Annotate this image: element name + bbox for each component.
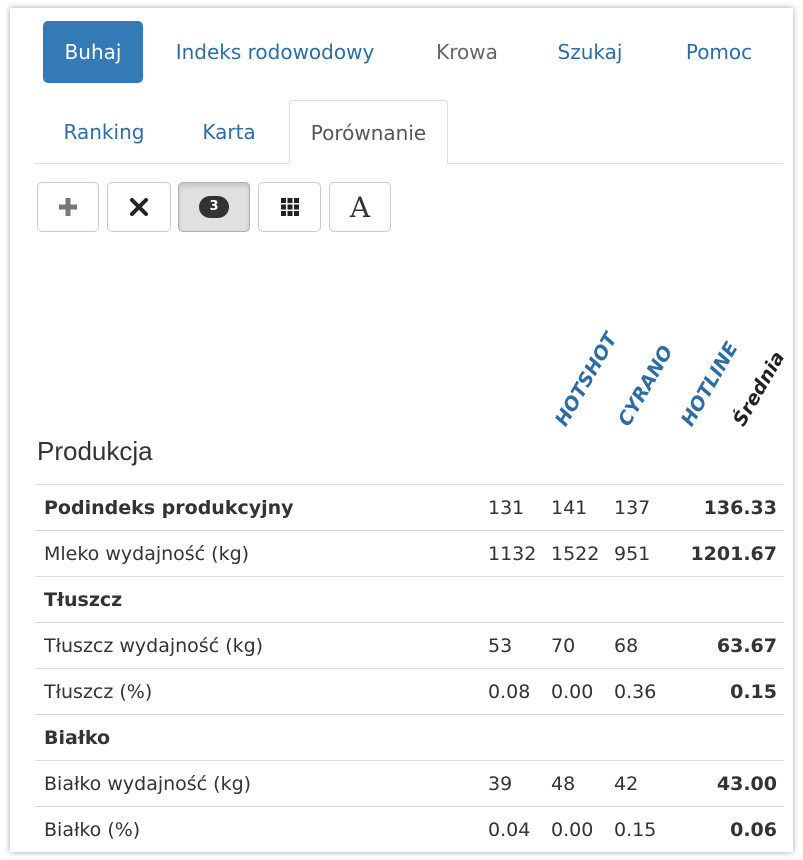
page-frame: Buhaj Indeks rodowodowy Krowa Szukaj Pom… bbox=[10, 8, 793, 852]
value-cell: 70 bbox=[551, 622, 614, 669]
value-cell: 141 bbox=[551, 484, 614, 531]
grid-view-button[interactable] bbox=[258, 182, 321, 232]
value-cell: 951 bbox=[614, 530, 677, 577]
count-badge: 3 bbox=[199, 196, 229, 218]
value-cell bbox=[551, 714, 614, 761]
value-cell bbox=[488, 576, 551, 623]
column-header-hotshot[interactable]: HOTSHOT bbox=[551, 329, 622, 430]
value-cell: 0.36 bbox=[614, 668, 677, 715]
row-label: Mleko wydajność (kg) bbox=[35, 530, 488, 577]
table-row: Białko (%) 0.04 0.00 0.15 0.06 bbox=[35, 806, 784, 852]
table-row: Mleko wydajność (kg) 1132 1522 951 1201.67 bbox=[35, 530, 784, 577]
value-cell: 137 bbox=[614, 484, 677, 531]
value-cell: 68 bbox=[614, 622, 677, 669]
value-cell: 0.15 bbox=[614, 806, 677, 852]
value-cell: 131 bbox=[488, 484, 551, 531]
average-cell: 0.06 bbox=[677, 806, 784, 852]
table-row: Podindeks produkcyjny 131 141 137 136.33 bbox=[35, 484, 784, 531]
nav-item-szukaj[interactable]: Szukaj bbox=[550, 21, 630, 83]
value-cell: 0.00 bbox=[551, 806, 614, 852]
tab-ranking[interactable]: Ranking bbox=[49, 100, 159, 162]
value-cell: 48 bbox=[551, 760, 614, 807]
tab-karta[interactable]: Karta bbox=[174, 100, 284, 162]
value-cell bbox=[551, 576, 614, 623]
row-label: Białko wydajność (kg) bbox=[35, 760, 488, 807]
remove-bull-button[interactable] bbox=[107, 182, 171, 232]
average-cell bbox=[677, 576, 784, 623]
row-label: Białko bbox=[35, 714, 488, 761]
row-label: Tłuszcz wydajność (kg) bbox=[35, 622, 488, 669]
font-icon: A bbox=[349, 190, 371, 224]
nav-item-krowa[interactable]: Krowa bbox=[427, 21, 507, 83]
column-header-average: Średnia bbox=[728, 347, 790, 430]
table-row: Białko wydajność (kg) 39 48 42 43.00 bbox=[35, 760, 784, 807]
section-title: Produkcja bbox=[37, 436, 153, 466]
average-cell: 0.15 bbox=[677, 668, 784, 715]
average-cell: 63.67 bbox=[677, 622, 784, 669]
table-row: Białko bbox=[35, 714, 784, 761]
value-cell: 0.04 bbox=[488, 806, 551, 852]
value-cell: 0.08 bbox=[488, 668, 551, 715]
comparison-table: Podindeks produkcyjny 131 141 137 136.33 Mlek… bbox=[35, 484, 784, 852]
average-cell: 43.00 bbox=[677, 760, 784, 807]
average-cell: 136.33 bbox=[677, 484, 784, 531]
value-cell bbox=[614, 714, 677, 761]
table-row: Tłuszcz wydajność (kg) 53 70 68 63.67 bbox=[35, 622, 784, 669]
row-label: Białko (%) bbox=[35, 806, 488, 852]
grid-icon bbox=[280, 198, 299, 216]
table-row: Tłuszcz bbox=[35, 576, 784, 623]
add-bull-button[interactable] bbox=[37, 182, 99, 232]
value-cell: 1132 bbox=[488, 530, 551, 577]
sub-tabs: Ranking Karta Porównanie bbox=[34, 100, 783, 164]
value-cell: 42 bbox=[614, 760, 677, 807]
table-row: Tłuszcz (%) 0.08 0.00 0.36 0.15 bbox=[35, 668, 784, 715]
average-cell bbox=[677, 714, 784, 761]
row-label: Tłuszcz (%) bbox=[35, 668, 488, 715]
tab-porownanie[interactable]: Porównanie bbox=[289, 100, 448, 164]
main-nav: Buhaj Indeks rodowodowy Krowa Szukaj Pom… bbox=[43, 21, 783, 83]
nav-item-pomoc[interactable]: Pomoc bbox=[679, 21, 759, 83]
row-label: Tłuszcz bbox=[35, 576, 488, 623]
font-size-button[interactable]: A bbox=[329, 182, 391, 232]
value-cell: 39 bbox=[488, 760, 551, 807]
close-icon bbox=[130, 198, 148, 216]
nav-item-buhaj[interactable]: Buhaj bbox=[43, 21, 143, 83]
row-label: Podindeks produkcyjny bbox=[35, 484, 488, 531]
compare-count-button[interactable]: 3 bbox=[178, 182, 250, 232]
value-cell: 53 bbox=[488, 622, 551, 669]
plus-icon bbox=[59, 198, 77, 216]
column-header-cyrano[interactable]: CYRANO bbox=[614, 342, 678, 430]
average-cell: 1201.67 bbox=[677, 530, 784, 577]
value-cell: 1522 bbox=[551, 530, 614, 577]
value-cell bbox=[488, 714, 551, 761]
value-cell bbox=[614, 576, 677, 623]
value-cell: 0.00 bbox=[551, 668, 614, 715]
nav-item-indeks-rodowodowy[interactable]: Indeks rodowodowy bbox=[175, 21, 375, 83]
